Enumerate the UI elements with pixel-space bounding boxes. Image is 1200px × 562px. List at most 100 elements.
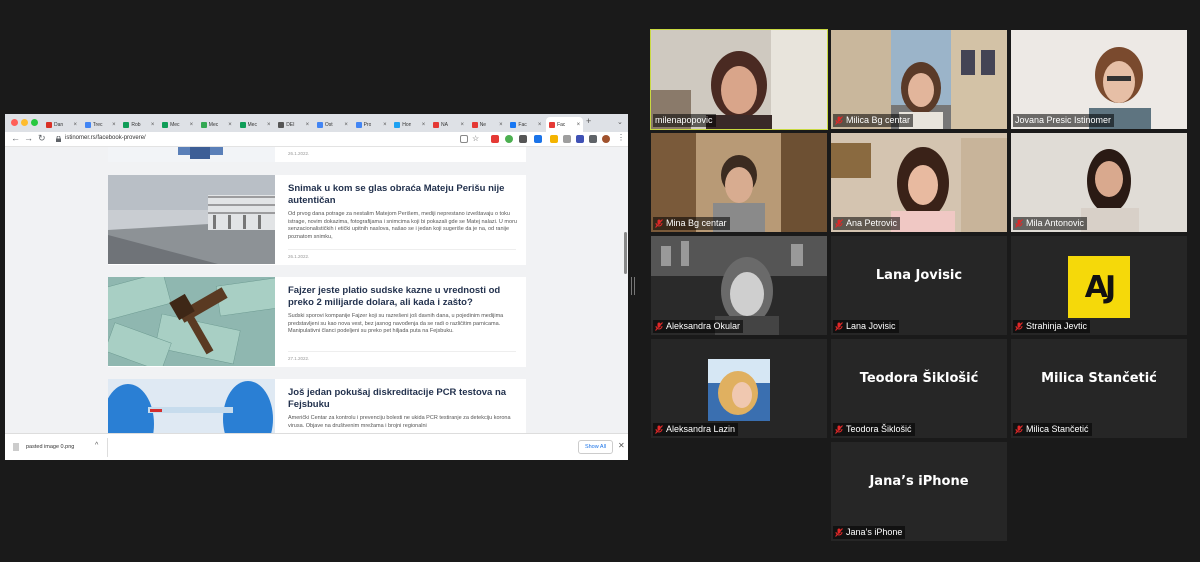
participant-name-label: Ana Petrovic xyxy=(833,217,901,230)
browser-tab[interactable]: DEI × xyxy=(275,117,312,132)
download-filename[interactable]: pasted image 0.png xyxy=(26,444,74,450)
extension-icon[interactable] xyxy=(550,135,558,143)
article-card[interactable]: Fajzer jeste platio sudske kazne u vredn… xyxy=(108,277,526,367)
participant-tile[interactable]: Jovana Presic Istinomer xyxy=(1011,30,1187,129)
participant-tile[interactable]: Lana Jovisic Lana Jovisic xyxy=(831,236,1007,335)
article-thumbnail[interactable] xyxy=(108,277,275,366)
show-all-button[interactable]: Show All xyxy=(578,440,613,454)
tab-close-icon[interactable]: × xyxy=(306,122,310,128)
browser-tab[interactable]: Hon × xyxy=(391,117,428,132)
participant-name: Jovana Presic Istinomer xyxy=(1015,115,1112,125)
participant-tile[interactable]: Aleksandra Lazin xyxy=(651,339,827,438)
participant-avatar-photo xyxy=(708,359,770,421)
split-view-handle[interactable] xyxy=(631,277,635,295)
close-window-icon[interactable] xyxy=(11,119,18,126)
close-icon[interactable]: ✕ xyxy=(618,441,625,450)
tab-close-icon[interactable]: × xyxy=(499,122,503,128)
article-card[interactable]: 26.1.2022. xyxy=(108,147,526,162)
tab-search-icon[interactable]: ⌄ xyxy=(617,118,623,126)
page-scrollbar[interactable] xyxy=(624,232,627,274)
participant-tile[interactable]: Mina Bg centar xyxy=(651,133,827,232)
zoom-meeting-window: Dan × Trec × Rob × Mec × Mec × Mec × DEI × Ost × Pro × Hon… xyxy=(0,0,1200,562)
participant-tile[interactable]: Milica Bg centar xyxy=(831,30,1007,129)
tab-close-icon[interactable]: × xyxy=(151,122,155,128)
browser-tab[interactable]: Ost × xyxy=(314,117,351,132)
tab-close-icon[interactable]: × xyxy=(422,122,426,128)
tab-close-icon[interactable]: × xyxy=(267,122,271,128)
article-card[interactable]: Snimak u kom se glas obraća Mateju Periš… xyxy=(108,175,526,265)
participant-name: milenapopovic xyxy=(655,115,713,125)
browser-tab[interactable]: Mec × xyxy=(237,117,274,132)
tab-close-icon[interactable]: × xyxy=(383,122,387,128)
extension-icon[interactable] xyxy=(534,135,542,143)
participant-tile[interactable]: Teodora Šiklošić Teodora Šiklošić xyxy=(831,339,1007,438)
tab-label: NA xyxy=(441,121,448,128)
article-title[interactable]: Fajzer jeste platio sudske kazne u vredn… xyxy=(288,285,518,309)
participant-tile[interactable]: Milica Stančetić Milica Stančetić xyxy=(1011,339,1187,438)
minimize-window-icon[interactable] xyxy=(21,119,28,126)
participant-display-name: Lana Jovisic xyxy=(875,268,963,283)
tab-favicon-icon xyxy=(394,121,401,128)
extension-icon[interactable] xyxy=(563,135,571,143)
chevron-up-icon[interactable]: ^ xyxy=(95,442,98,449)
participant-tile[interactable]: Jana’s iPhone Jana’s iPhone xyxy=(831,442,1007,541)
article-title[interactable]: Snimak u kom se glas obraća Mateju Periš… xyxy=(288,183,518,207)
browser-tab[interactable]: Fac × xyxy=(507,117,544,132)
participant-tile[interactable]: milenapopovic xyxy=(650,29,828,130)
article-excerpt: Od prvog dana potrage za nestalim Matejo… xyxy=(288,211,517,240)
extension-icon[interactable] xyxy=(505,135,513,143)
browser-tab[interactable]: Pro × xyxy=(353,117,390,132)
article-card[interactable]: Još jedan pokušaj diskreditacije PCR tes… xyxy=(108,379,526,433)
browser-tab[interactable]: Rob × xyxy=(120,117,157,132)
tab-close-icon[interactable]: × xyxy=(228,122,232,128)
tab-label: Trec xyxy=(92,121,103,128)
extension-icon[interactable] xyxy=(519,135,527,143)
muted-mic-icon xyxy=(835,219,843,228)
browser-tab[interactable]: Mec × xyxy=(198,117,235,132)
participant-tile[interactable]: Ana Petrovic xyxy=(831,133,1007,232)
browser-tab[interactable]: NA × xyxy=(430,117,467,132)
address-bar[interactable]: istinomer.rs/facebook-provere/ xyxy=(65,135,146,141)
browser-tab[interactable]: Dan × xyxy=(43,117,80,132)
article-thumbnail[interactable] xyxy=(108,379,275,433)
tab-close-icon[interactable]: × xyxy=(190,122,194,128)
article-date: 27.1.2022. xyxy=(288,356,310,361)
reload-icon[interactable]: ↻ xyxy=(38,133,46,144)
tab-close-icon[interactable]: × xyxy=(538,122,542,128)
extension-icon[interactable] xyxy=(576,135,584,143)
participant-tile[interactable]: Mila Antonovic xyxy=(1011,133,1187,232)
browser-tab[interactable]: Mec × xyxy=(159,117,196,132)
menu-icon[interactable]: ⋮ xyxy=(617,133,625,142)
profile-avatar[interactable] xyxy=(602,135,610,143)
participant-tile[interactable]: Aleksandra Okular xyxy=(651,236,827,335)
browser-tab[interactable]: Ne × xyxy=(469,117,506,132)
tab-close-icon[interactable]: × xyxy=(73,122,77,128)
tab-label: Rob xyxy=(131,121,141,128)
participant-name: Jana’s iPhone xyxy=(846,527,903,537)
install-icon[interactable] xyxy=(460,135,468,143)
lock-icon xyxy=(56,136,61,142)
participant-name-label: Milica Bg centar xyxy=(833,114,914,127)
tab-label: Ost xyxy=(324,121,333,128)
new-tab-icon[interactable]: + xyxy=(586,116,591,126)
file-icon xyxy=(13,443,19,451)
maximize-window-icon[interactable] xyxy=(31,119,38,126)
tab-close-icon[interactable]: × xyxy=(112,122,116,128)
bookmark-star-icon[interactable]: ☆ xyxy=(472,135,480,143)
extension-icon[interactable] xyxy=(491,135,499,143)
article-thumbnail[interactable] xyxy=(108,147,275,162)
participant-tile[interactable]: AJ Strahinja Jevtic xyxy=(1011,236,1187,335)
tab-close-icon[interactable]: × xyxy=(460,122,464,128)
participant-name: Milica Stančetić xyxy=(1026,424,1089,434)
back-icon[interactable]: ← xyxy=(11,133,20,143)
istinomer-page: 26.1.2022. Snimak u kom se glas obraća M… xyxy=(5,147,628,433)
article-thumbnail[interactable] xyxy=(108,175,275,264)
tab-close-icon[interactable]: × xyxy=(344,122,348,128)
tab-close-icon[interactable]: × xyxy=(577,122,581,128)
browser-tab[interactable]: Fac × xyxy=(546,117,584,132)
article-title[interactable]: Još jedan pokušaj diskreditacije PCR tes… xyxy=(288,387,518,411)
tab-label: Ne xyxy=(479,121,487,128)
forward-icon[interactable]: → xyxy=(24,133,33,143)
browser-tab[interactable]: Trec × xyxy=(82,117,119,132)
extension-icon[interactable] xyxy=(589,135,597,143)
